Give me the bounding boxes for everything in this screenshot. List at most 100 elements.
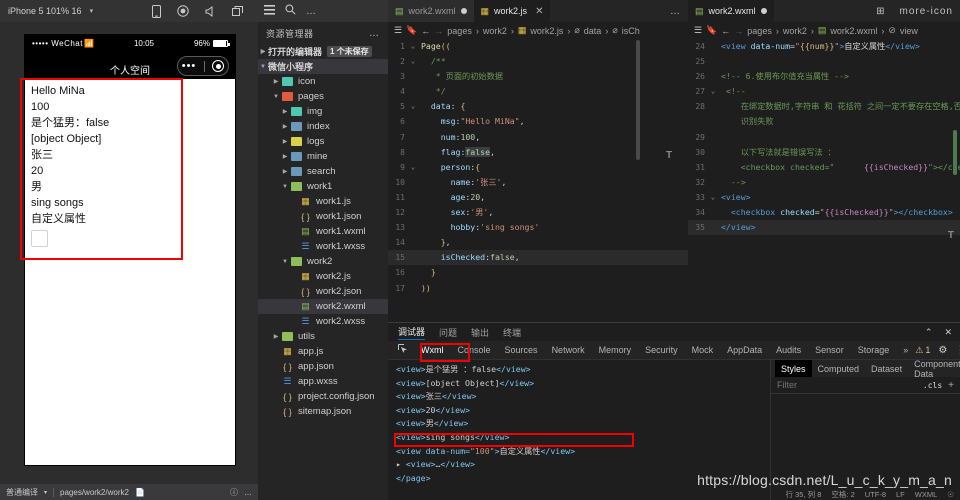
devtools-overflow-icon[interactable]: » [896,345,915,355]
outline-toggle-icon[interactable]: ☰ [694,25,702,36]
code-line[interactable]: 31 <checkbox checked=" {{isChecked}}"></… [688,160,960,175]
tree-item-pages[interactable]: ▼ pages [258,89,388,104]
tree-item-work1-wxss[interactable]: ▶ ☰ work1.wxss [258,239,388,254]
notification-icon[interactable]: ☉ [947,490,954,499]
code-line[interactable]: 9 ⌄ person:{ [388,160,688,175]
code-line[interactable]: 25 [688,54,960,69]
cursor-position[interactable]: 行 35, 列 8 [786,489,822,500]
back-arrow-icon[interactable]: ← [721,26,730,36]
code-line[interactable]: 2 ⌄ /** [388,54,688,69]
code-line[interactable]: 8 flag:false, [388,145,688,160]
explorer-menu-icon[interactable]: … [369,28,380,39]
tab-work2-wxml-active[interactable]: ▤ work2.wxml [688,0,774,22]
chevron-down-icon[interactable]: ▾ [90,7,94,15]
editor-scrollbar[interactable] [636,40,640,160]
back-arrow-icon[interactable]: ← [421,26,430,36]
styles-tab-computed[interactable]: Computed [812,364,866,374]
fold-toggle-icon[interactable]: ⌄ [408,160,418,175]
gear-icon[interactable]: ⚙ [938,345,947,356]
code-line[interactable]: 11 age:20, [388,190,688,205]
code-line[interactable]: 34 <checkbox checked="{{isChecked}}"></c… [688,205,960,220]
filter-input[interactable] [777,380,887,390]
breadcrumb-item[interactable]: isCh [622,26,640,36]
devtools-tab-memory[interactable]: Memory [592,345,639,355]
styles-tab-dataset[interactable]: Dataset [865,364,908,374]
tree-item-search[interactable]: ▶ search [258,164,388,179]
compile-mode-label[interactable]: 普通编译 [6,487,38,498]
tree-item-utils[interactable]: ▶ utils [258,329,388,344]
breadcrumb-item[interactable]: work2.js [530,26,563,36]
code-line[interactable]: 12 sex:'男', [388,205,688,220]
tree-item-mine[interactable]: ▶ mine [258,149,388,164]
chevron-down-icon[interactable]: ▼ [271,94,281,100]
debugger-tab-terminal[interactable]: 终端 [503,326,521,339]
code-line[interactable]: 6 msg:"Hello MiNa", [388,114,688,129]
devtools-tab-storage[interactable]: Storage [851,345,897,355]
tree-item-img[interactable]: ▶ img [258,104,388,119]
tree-item-app-json[interactable]: ▶ { } app.json [258,359,388,374]
chevron-right-icon[interactable]: ▶ [271,333,281,340]
indent-setting[interactable]: 空格: 2 [831,489,854,500]
code-line[interactable]: 识别失败 [688,114,960,129]
code-line[interactable]: 17 )) [388,281,688,296]
code-line[interactable]: 14 }, [388,235,688,250]
capsule-close-icon[interactable] [212,60,225,72]
more-icon[interactable]: more-icon [893,6,960,17]
more-icon[interactable]: … [306,6,316,17]
code-line[interactable]: 29 [688,130,960,145]
code-line[interactable]: 10 name:'张三', [388,175,688,190]
tree-item-logs[interactable]: ▶ logs [258,134,388,149]
code-line[interactable]: 27 ⌄ <!-- [688,84,960,99]
tab-work2-wxml[interactable]: ▤ work2.wxml [388,0,474,22]
inspect-element-icon[interactable] [392,344,414,356]
list-icon[interactable] [264,2,275,20]
breadcrumb-item[interactable]: data [584,26,602,36]
chevron-right-icon[interactable]: ▶ [280,108,290,115]
chevron-right-icon[interactable]: ▶ [280,123,290,130]
cls-toggle[interactable]: .cls [923,381,942,390]
encoding-setting[interactable]: UTF-8 [865,490,886,499]
forward-arrow-icon[interactable]: → [734,26,743,36]
copy-icon[interactable]: 📄 [135,488,145,497]
editor-actions-more-icon[interactable]: … [663,6,688,17]
chevron-down-icon[interactable]: ▼ [258,64,268,70]
code-line[interactable]: 32 --> [688,175,960,190]
search-icon[interactable] [285,2,296,20]
code-line[interactable]: 5 ⌄ data: { [388,99,688,114]
devtools-tab-security[interactable]: Security [638,345,685,355]
breadcrumb-item[interactable]: work2 [783,26,807,36]
tab-work2-js[interactable]: ▦ work2.js ✕ [473,0,551,22]
close-icon[interactable]: ✕ [944,327,952,338]
bookmark-icon[interactable]: 🔖 [706,25,717,36]
code-line[interactable]: 33 ⌄ <view> [688,190,960,205]
tree-item-app-js[interactable]: ▶ ▦ app.js [258,344,388,359]
chevron-down-icon[interactable]: ▼ [280,184,290,190]
code-line[interactable]: 24 <view data-num="{{num}}">自定义属性</view> [688,39,960,54]
editor-scrollbar-2[interactable] [953,130,957,175]
debugger-tab-output[interactable]: 输出 [471,326,489,339]
devtools-tab-sources[interactable]: Sources [498,345,545,355]
chevron-down-icon[interactable]: ▼ [280,259,290,265]
outline-toggle-icon[interactable]: ☰ [394,25,402,36]
windows-icon[interactable] [232,5,244,17]
close-icon[interactable]: ✕ [535,6,543,17]
tree-item-work2[interactable]: ▼ work2 [258,254,388,269]
devtools-tab-mock[interactable]: Mock [685,345,721,355]
collapse-icon[interactable]: ⌃ [925,327,933,338]
tree-item-app-wxss[interactable]: ▶ ☰ app.wxss [258,374,388,389]
code-line[interactable]: 16 } [388,265,688,280]
help-icon[interactable]: ⓘ [230,487,238,498]
styles-tab-styles[interactable]: Styles [775,360,812,377]
split-editor-icon[interactable]: ⊞ [869,6,892,17]
debugger-tab-problems[interactable]: 问题 [439,326,457,339]
tree-item-work1-js[interactable]: ▶ ▦ work1.js [258,194,388,209]
code-area-js[interactable]: 1 ⌄ Page(( 2 ⌄ /** 3 * 页面的初始数据 4 */ 5 ⌄ … [388,39,688,296]
code-line[interactable]: 35 </view> [688,220,960,236]
chevron-right-icon[interactable]: ▶ [258,48,268,55]
language-mode[interactable]: WXML [915,490,938,499]
fold-toggle-icon[interactable]: ⌄ [408,54,418,69]
device-selector[interactable]: iPhone 5 101% 16 [8,6,82,16]
tree-item-work1[interactable]: ▼ work1 [258,179,388,194]
debugger-tab-debugger[interactable]: 调试器 [398,325,426,340]
chevron-right-icon[interactable]: ▶ [280,153,290,160]
